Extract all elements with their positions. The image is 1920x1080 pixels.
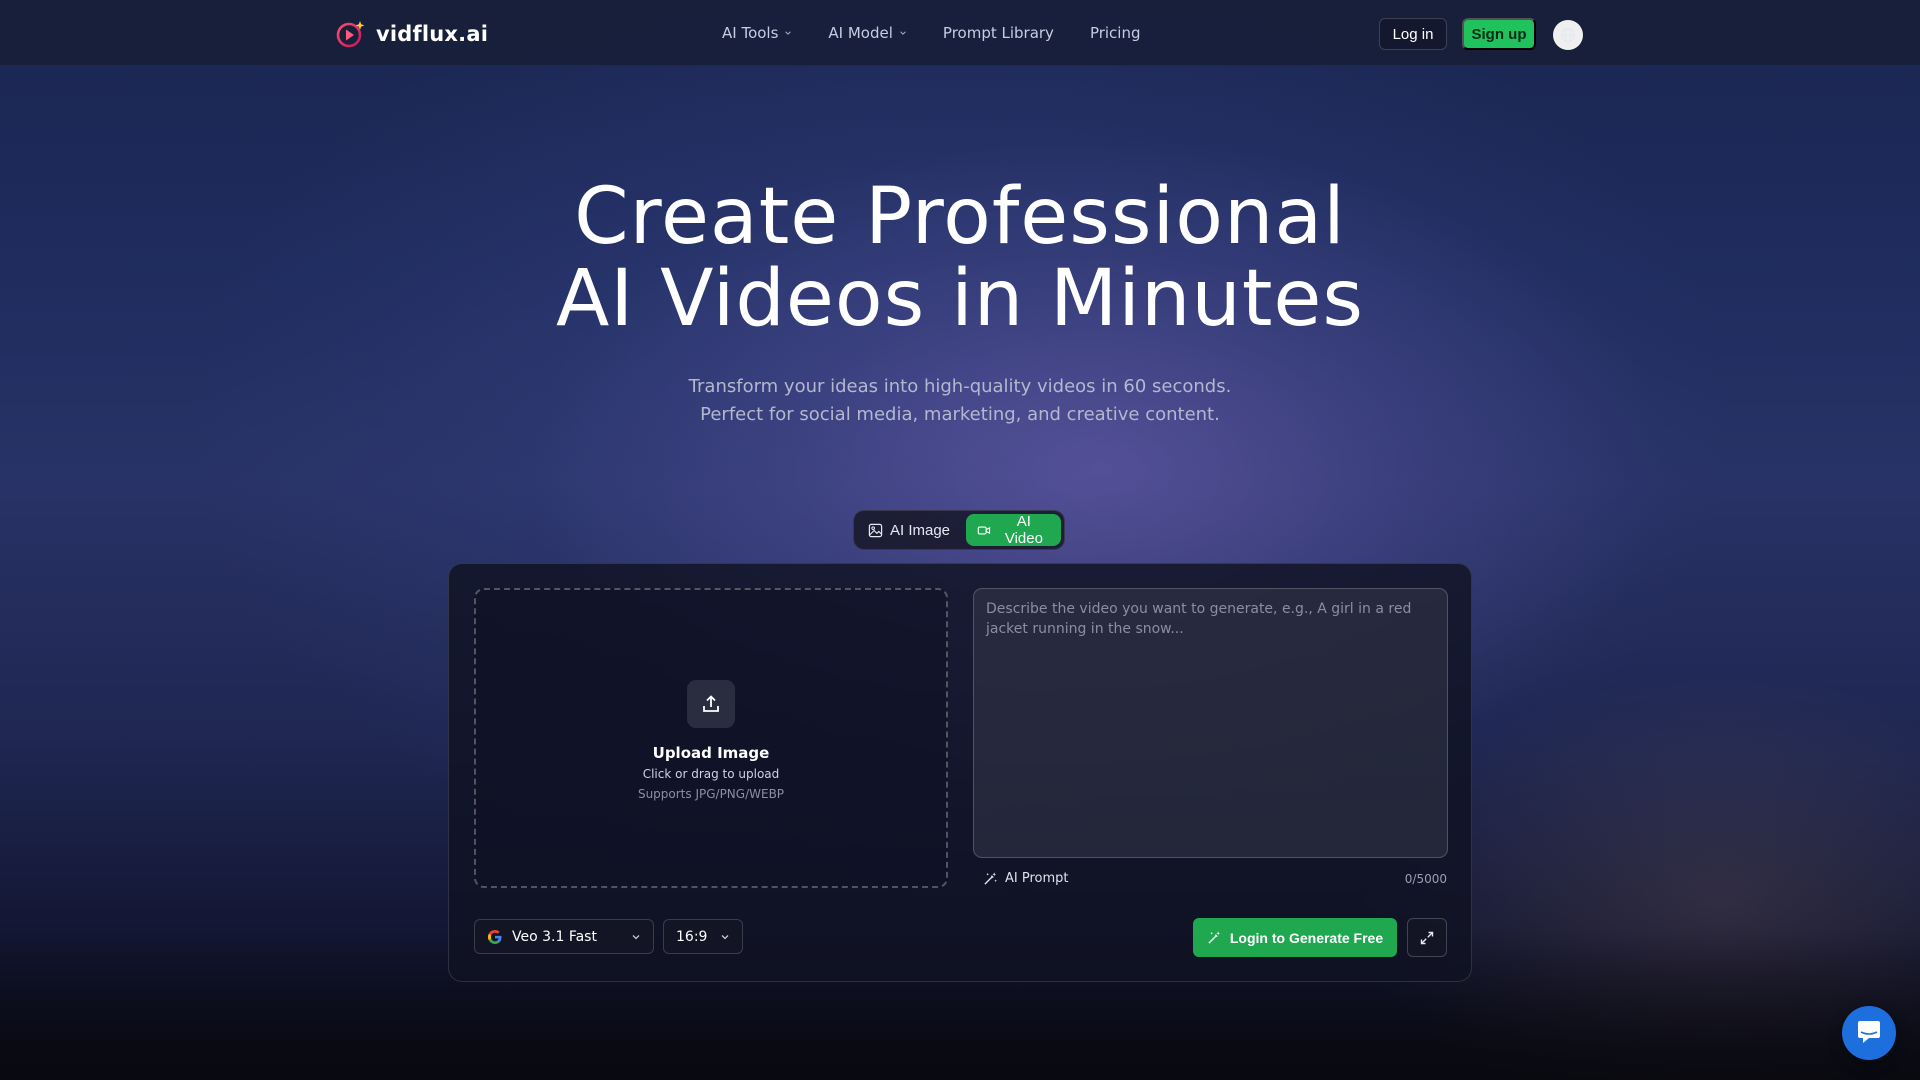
hero-title-line1: Create Professional xyxy=(574,172,1346,262)
upload-icon-box xyxy=(687,680,735,728)
support-chat-button[interactable] xyxy=(1842,1006,1896,1060)
brand-name: vidflux.ai xyxy=(376,22,489,46)
chat-bubble-icon xyxy=(1858,1021,1880,1043)
nav-ai-model-label: AI Model xyxy=(828,24,893,42)
magic-wand-icon xyxy=(984,872,997,885)
brand-logo[interactable]: vidflux.ai xyxy=(336,19,488,49)
video-camera-icon xyxy=(977,525,991,535)
char-counter: 0/5000 xyxy=(1404,872,1447,886)
expand-icon xyxy=(1420,931,1434,944)
hero-subtitle: Transform your ideas into high-quality v… xyxy=(0,373,1920,429)
nav-ai-model[interactable]: AI Model xyxy=(828,24,907,42)
top-navbar: vidflux.ai AI Tools AI Model Prompt Libr… xyxy=(0,0,1920,66)
generator-panel: Upload Image Click or drag to upload Sup… xyxy=(448,563,1472,982)
upload-formats: Supports JPG/PNG/WEBP xyxy=(637,787,785,801)
upload-hint: Click or drag to upload xyxy=(642,767,780,781)
language-button[interactable] xyxy=(1553,20,1583,50)
image-icon xyxy=(868,523,883,537)
hero-title-line2: AI Videos in Minutes xyxy=(555,254,1365,344)
ai-prompt-button[interactable]: AI Prompt xyxy=(983,871,1069,886)
aspect-ratio-select[interactable]: 16:9 xyxy=(663,919,743,954)
tab-ai-image-label: AI Image xyxy=(890,521,951,539)
chevron-down-icon xyxy=(785,31,792,35)
magic-wand-icon xyxy=(1208,931,1220,944)
chevron-down-icon xyxy=(900,31,906,35)
main-nav: AI Tools AI Model Prompt Library Pricing xyxy=(722,24,1141,42)
login-button[interactable]: Log in xyxy=(1379,18,1447,50)
upload-icon xyxy=(703,695,719,712)
model-select[interactable]: Veo 3.1 Fast xyxy=(474,919,654,954)
nav-prompt-library-label: Prompt Library xyxy=(942,24,1054,42)
ai-prompt-label: AI Prompt xyxy=(1005,871,1069,886)
nav-pricing[interactable]: Pricing xyxy=(1090,24,1141,42)
nav-prompt-library[interactable]: Prompt Library xyxy=(943,24,1054,42)
aspect-ratio-value: 16:9 xyxy=(676,928,708,945)
nav-pricing-label: Pricing xyxy=(1089,24,1141,42)
nav-ai-tools[interactable]: AI Tools xyxy=(722,24,792,42)
chevron-down-icon xyxy=(632,934,640,939)
nav-ai-tools-label: AI Tools xyxy=(722,24,779,42)
mode-toggle: AI Image AI Video xyxy=(853,510,1065,550)
tab-ai-video-label: AI Video xyxy=(1004,513,1043,547)
hero-subtitle-line2: Perfect for social media, marketing, and… xyxy=(700,404,1220,425)
expand-button[interactable] xyxy=(1407,918,1447,957)
logo-play-icon xyxy=(336,19,366,49)
tab-ai-video[interactable]: AI Video xyxy=(965,513,1061,547)
signup-button[interactable]: Sign up xyxy=(1462,18,1536,50)
video-prompt-input[interactable] xyxy=(973,588,1448,858)
model-select-value: Veo 3.1 Fast xyxy=(512,928,597,945)
generate-button-label: Login to Generate Free xyxy=(1229,929,1384,946)
hero-subtitle-line1: Transform your ideas into high-quality v… xyxy=(688,376,1232,397)
google-icon xyxy=(488,929,502,944)
upload-title: Upload Image xyxy=(652,744,770,762)
hero-title: Create Professional AI Videos in Minutes xyxy=(0,176,1920,340)
globe-icon xyxy=(1560,27,1576,43)
image-upload-dropzone[interactable]: Upload Image Click or drag to upload Sup… xyxy=(474,588,948,888)
chevron-down-icon xyxy=(721,934,729,939)
generate-button[interactable]: Login to Generate Free xyxy=(1193,918,1397,957)
tab-ai-image[interactable]: AI Image xyxy=(857,514,966,546)
